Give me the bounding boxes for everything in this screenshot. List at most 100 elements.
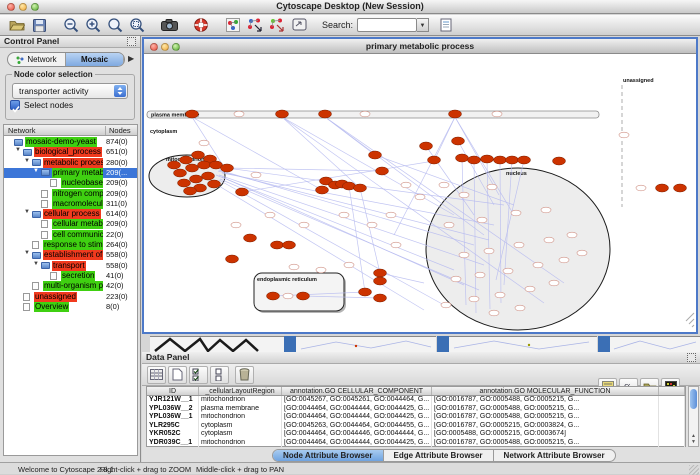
tree-expand-arrow[interactable]: ▼ (24, 158, 30, 164)
network-node-highlighted[interactable] (376, 167, 389, 175)
table-row[interactable]: YPL036W__1mitochondrion[GO:0044464, GO:0… (147, 413, 685, 422)
unselect-attributes-button[interactable] (210, 366, 229, 384)
network-node-unhighlighted[interactable] (234, 111, 244, 117)
network-node-highlighted[interactable] (374, 294, 387, 302)
network-node-unhighlighted[interactable] (619, 132, 629, 138)
column-header[interactable]: _cellularLayoutRegion (199, 387, 282, 395)
network-node-unhighlighted[interactable] (367, 222, 377, 228)
scrollbar-arrows[interactable]: ▲▼ (690, 433, 697, 445)
network-window-titlebar[interactable]: primary metabolic process (144, 39, 696, 54)
network-node-unhighlighted[interactable] (533, 262, 543, 268)
network-node-unhighlighted[interactable] (339, 212, 349, 218)
network-node-unhighlighted[interactable] (386, 212, 396, 218)
network-node-unhighlighted[interactable] (439, 182, 449, 188)
network-node-highlighted[interactable] (316, 186, 329, 194)
tree-item[interactable]: ▼transport558(0) (4, 261, 137, 271)
network-node-highlighted[interactable] (168, 161, 181, 169)
network-node-highlighted[interactable] (468, 156, 481, 164)
tree-item[interactable]: nucleobase-209(0) (4, 178, 137, 188)
network-node-unhighlighted[interactable] (265, 212, 275, 218)
float-panel-icon[interactable] (687, 353, 696, 362)
network-node-unhighlighted[interactable] (514, 242, 524, 248)
column-header[interactable]: annotation.GO CELLULAR_COMPONENT (282, 387, 432, 395)
tab-edge-attribute-browser[interactable]: Edge Attribute Browser (384, 450, 494, 461)
new-attribute-button[interactable] (168, 366, 187, 384)
network-node-unhighlighted[interactable] (475, 272, 485, 278)
table-options-button[interactable] (147, 366, 166, 384)
view-resize-grip[interactable] (689, 319, 694, 324)
network-node-unhighlighted[interactable] (459, 192, 469, 198)
table-row[interactable]: YJR121W__1mitochondrion[GO:0045267, GO:0… (147, 396, 685, 405)
network-canvas[interactable]: plasma membranecytoplasmmitochondrionnuc… (144, 55, 696, 332)
zoom-fit-button[interactable] (104, 16, 126, 35)
zoom-out-button[interactable] (60, 16, 82, 35)
network-node-highlighted[interactable] (481, 155, 494, 163)
table-scrollbar[interactable]: ▲▼ (688, 386, 699, 447)
tab-network[interactable]: Network (8, 53, 66, 66)
network-node-highlighted[interactable] (494, 156, 507, 164)
network-node-unhighlighted[interactable] (577, 250, 587, 256)
network-node-highlighted[interactable] (452, 137, 465, 145)
network-node-unhighlighted[interactable] (391, 242, 401, 248)
network-node-unhighlighted[interactable] (451, 276, 461, 282)
network-node-unhighlighted[interactable] (360, 111, 370, 117)
tab-mosaic[interactable]: Mosaic (66, 53, 124, 66)
network-node-highlighted[interactable] (359, 288, 372, 296)
network-node-highlighted[interactable] (518, 156, 531, 164)
help-button[interactable] (190, 16, 212, 35)
network-node-unhighlighted[interactable] (541, 207, 551, 213)
network-node-highlighted[interactable] (226, 255, 239, 263)
import-attributes-button[interactable] (266, 16, 288, 35)
network-node-highlighted[interactable] (428, 156, 441, 164)
network-node-unhighlighted[interactable] (636, 185, 646, 191)
import-network-button[interactable] (244, 16, 266, 35)
network-node-highlighted[interactable] (271, 241, 284, 249)
column-header[interactable]: ID (147, 387, 199, 395)
search-dropdown-arrow[interactable]: ▼ (417, 18, 429, 32)
network-node-unhighlighted[interactable] (549, 280, 559, 286)
network-node-highlighted[interactable] (178, 179, 191, 187)
column-header[interactable]: annotation.GO MOLECULAR_FUNCTION (432, 387, 659, 395)
network-node-highlighted[interactable] (180, 156, 193, 164)
delete-attribute-button[interactable] (235, 366, 254, 384)
tab-network-attribute-browser[interactable]: Network Attribute Browser (494, 450, 615, 461)
zoom-selected-region-button[interactable] (126, 16, 148, 35)
tree-expand-arrow[interactable]: ▼ (24, 209, 30, 215)
network-node-unhighlighted[interactable] (525, 286, 535, 292)
view-resize-grip[interactable] (692, 325, 694, 327)
tree-item[interactable]: cell communicat22(0) (4, 230, 137, 240)
tab-node-attribute-browser[interactable]: Node Attribute Browser (273, 450, 384, 461)
select-nodes-checkbox[interactable] (10, 100, 20, 110)
network-node-highlighted[interactable] (202, 172, 215, 180)
table-row[interactable]: YDR039C__1mitochondrion[GO:0044464, GO:0… (147, 439, 685, 448)
network-node-highlighted[interactable] (186, 164, 199, 172)
network-node-highlighted[interactable] (283, 241, 296, 249)
annotation-button[interactable] (288, 16, 310, 35)
network-node-highlighted[interactable] (656, 184, 669, 192)
network-node-highlighted[interactable] (319, 110, 332, 118)
network-node-unhighlighted[interactable] (495, 292, 505, 298)
tree-item[interactable]: nitrogen compo209(0) (4, 189, 137, 199)
network-node-highlighted[interactable] (374, 277, 387, 285)
float-panel-icon[interactable] (127, 37, 136, 46)
network-node-unhighlighted[interactable] (344, 262, 354, 268)
network-node-highlighted[interactable] (449, 110, 462, 118)
network-node-highlighted[interactable] (267, 292, 280, 300)
network-node-highlighted[interactable] (208, 180, 221, 188)
tree-item[interactable]: ▼establishment of lo558(0) (4, 250, 137, 260)
table-row[interactable]: YPL036W__2plasma membrane[GO:0044464, GO… (147, 405, 685, 414)
network-node-highlighted[interactable] (276, 110, 289, 118)
tree-expand-arrow[interactable]: ▼ (24, 250, 30, 256)
tree-item[interactable]: ▼cellular process614(0) (4, 209, 137, 219)
search-options-button[interactable] (435, 16, 457, 35)
network-node-highlighted[interactable] (192, 151, 205, 159)
tree-expand-arrow[interactable]: ▼ (33, 168, 39, 174)
network-node-highlighted[interactable] (221, 164, 234, 172)
export-image-button[interactable] (158, 16, 180, 35)
network-node-unhighlighted[interactable] (492, 111, 502, 117)
table-row[interactable]: YLR295Ccytoplasm[GO:0045263, GO:0044464,… (147, 422, 685, 431)
network-node-unhighlighted[interactable] (477, 217, 487, 223)
network-node-unhighlighted[interactable] (559, 257, 569, 263)
network-node-highlighted[interactable] (174, 169, 187, 177)
tree-item[interactable]: unassigned223(0) (4, 292, 137, 302)
